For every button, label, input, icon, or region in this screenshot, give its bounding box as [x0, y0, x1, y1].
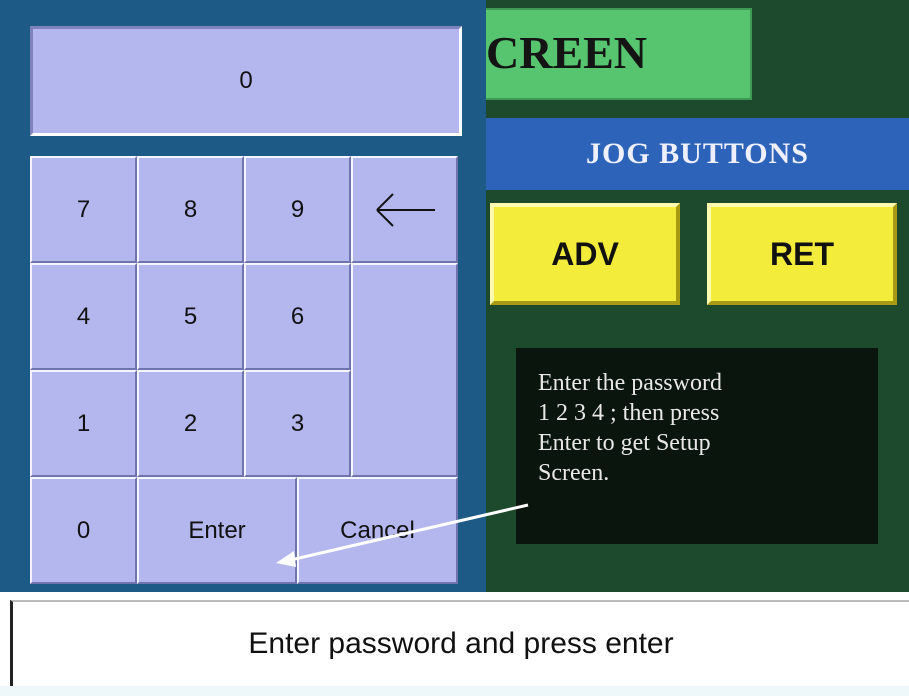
- key-2[interactable]: 2: [137, 370, 244, 477]
- key-6[interactable]: 6: [244, 263, 351, 370]
- blank-key: [351, 263, 458, 477]
- cancel-button[interactable]: Cancel: [297, 477, 458, 584]
- ret-button[interactable]: RET: [707, 203, 897, 305]
- screen-title-tab: CREEN: [470, 8, 752, 100]
- bottom-strip: [0, 686, 909, 696]
- key-8[interactable]: 8: [137, 156, 244, 263]
- password-instruction-note: Enter the password 1 2 3 4 ; then press …: [516, 348, 878, 544]
- hmi-screen: CREEN JOG BUTTONS ADV RET Enter the pass…: [0, 0, 909, 592]
- left-arrow-icon: [375, 192, 435, 227]
- keypad-display: 0: [30, 26, 462, 136]
- key-7[interactable]: 7: [30, 156, 137, 263]
- keypad-panel: 0 7 8 9 4 5 6 1 2 3 0 Enter Cancel: [0, 0, 486, 592]
- key-5[interactable]: 5: [137, 263, 244, 370]
- key-4[interactable]: 4: [30, 263, 137, 370]
- jog-buttons-header: JOG BUTTONS: [486, 118, 909, 190]
- key-3[interactable]: 3: [244, 370, 351, 477]
- backspace-button[interactable]: [351, 156, 458, 263]
- keypad-keys: 7 8 9 4 5 6 1 2 3 0 Enter Cancel: [30, 156, 458, 584]
- adv-button[interactable]: ADV: [490, 203, 680, 305]
- key-1[interactable]: 1: [30, 370, 137, 477]
- key-9[interactable]: 9: [244, 156, 351, 263]
- enter-button[interactable]: Enter: [137, 477, 297, 584]
- key-0[interactable]: 0: [30, 477, 137, 584]
- status-bar: Enter password and press enter: [10, 600, 909, 686]
